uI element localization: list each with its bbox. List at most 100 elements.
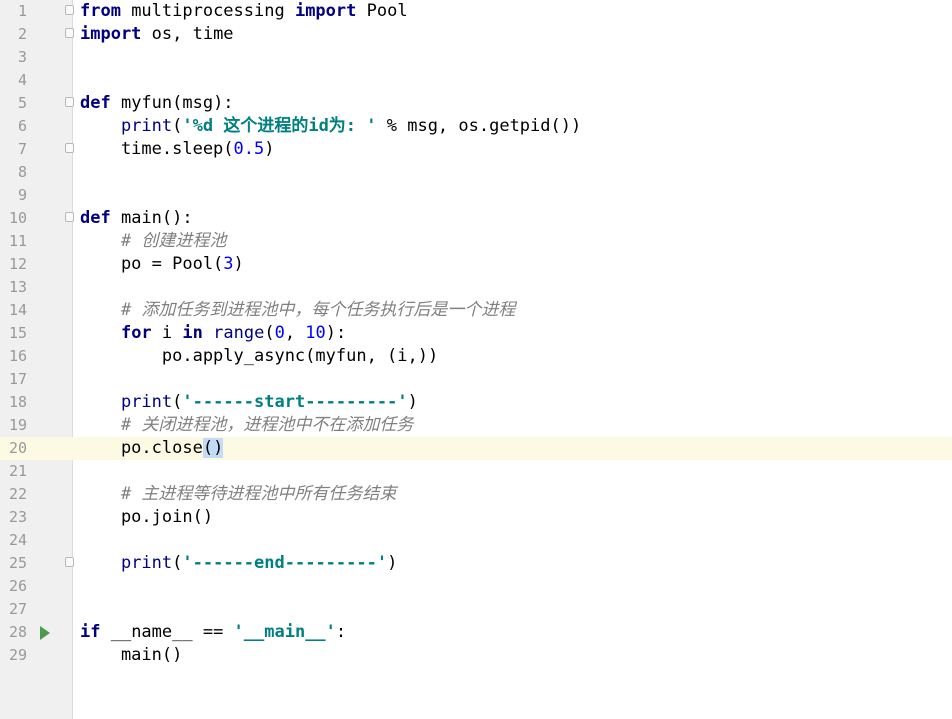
code-token: '__main__' — [233, 622, 336, 642]
code-lines: 1 from multiprocessing import Pool 2 import… — [0, 0, 952, 667]
code-text: po.close() — [80, 437, 224, 460]
line-number: 9 — [17, 186, 27, 204]
code-line[interactable]: 11 # 创建进程池 — [0, 230, 952, 253]
code-token: def — [80, 93, 111, 113]
code-line[interactable]: 15 for i in range(0, 10): — [0, 322, 952, 345]
code-text: import os, time — [80, 23, 234, 46]
code-line[interactable]: 26 — [0, 575, 952, 598]
code-line[interactable]: 23 po.join() — [0, 506, 952, 529]
code-line[interactable]: 22 # 主进程等待进程池中所有任务结束 — [0, 483, 952, 506]
fold-marker-icon[interactable] — [65, 97, 74, 107]
code-line[interactable]: 4 — [0, 69, 952, 92]
code-token: po.join() — [80, 507, 214, 527]
code-text: # 创建进程池 — [80, 230, 226, 253]
code-line[interactable]: 20 po.close() — [0, 437, 952, 460]
code-comment: # 创建进程池 — [120, 231, 227, 251]
code-token: ) — [407, 392, 418, 412]
line-number: 7 — [17, 140, 27, 158]
fold-marker-icon[interactable] — [65, 143, 74, 153]
code-token: : — [335, 622, 347, 642]
code-line[interactable]: 7 time.sleep(0.5) — [0, 138, 952, 161]
code-line[interactable]: 5 def myfun(msg): — [0, 92, 952, 115]
code-line[interactable]: 9 — [0, 184, 952, 207]
code-line[interactable]: 21 — [0, 460, 952, 483]
code-line[interactable]: 1 from multiprocessing import Pool — [0, 0, 952, 23]
run-icon[interactable] — [40, 626, 50, 640]
code-token: ) — [387, 553, 398, 573]
code-token: from — [80, 1, 121, 21]
line-number: 14 — [8, 301, 27, 319]
code-token: ( — [172, 392, 183, 412]
code-token: print — [120, 116, 173, 136]
code-token: ): — [325, 323, 347, 343]
line-number: 17 — [8, 370, 27, 388]
line-number: 22 — [8, 485, 27, 503]
line-number: 24 — [8, 531, 27, 549]
code-line[interactable]: 16 po.apply_async(myfun, (i,)) — [0, 345, 952, 368]
code-line[interactable]: 13 — [0, 276, 952, 299]
code-line[interactable]: 24 — [0, 529, 952, 552]
line-number: 16 — [8, 347, 27, 365]
code-token: Pool — [356, 1, 408, 21]
code-token: ( — [172, 553, 183, 573]
fold-marker-icon[interactable] — [65, 5, 74, 15]
code-text: def main(): — [80, 207, 193, 230]
code-line[interactable]: 18 print('------start---------') — [0, 391, 952, 414]
code-token: '------end---------' — [182, 553, 388, 573]
line-number: 27 — [8, 600, 27, 618]
code-token: __name__ == — [100, 622, 234, 642]
fold-marker-icon[interactable] — [65, 28, 74, 38]
code-line[interactable]: 17 — [0, 368, 952, 391]
code-comment: # 主进程等待进程池中所有任务结束 — [120, 484, 397, 504]
line-number: 13 — [8, 278, 27, 296]
code-token: main(): — [110, 208, 193, 228]
code-token: 0.5 — [233, 139, 265, 159]
code-text: # 关闭进程池，进程池中不在添加任务 — [80, 414, 413, 437]
code-line[interactable]: 12 po = Pool(3) — [0, 253, 952, 276]
code-token: ( — [264, 323, 275, 343]
fold-marker-icon[interactable] — [65, 557, 74, 567]
code-token: time.sleep( — [80, 139, 234, 159]
fold-marker-icon[interactable] — [65, 212, 74, 222]
line-number: 19 — [8, 416, 27, 434]
code-line[interactable]: 3 — [0, 46, 952, 69]
code-token: main() — [80, 645, 183, 665]
code-text: from multiprocessing import Pool — [80, 0, 408, 23]
code-token: in — [182, 323, 203, 343]
code-line[interactable]: 14 # 添加任务到进程池中，每个任务执行后是一个进程 — [0, 299, 952, 322]
code-line[interactable]: 6 print('%d 这个进程的id为: ' % msg, os.getpid… — [0, 115, 952, 138]
code-text: def myfun(msg): — [80, 92, 234, 115]
line-number: 10 — [8, 209, 27, 227]
line-number: 21 — [8, 462, 27, 480]
code-token: def — [80, 208, 111, 228]
code-line[interactable]: 25 print('------end---------') — [0, 552, 952, 575]
code-text: print('------start---------') — [80, 391, 418, 414]
code-token: for — [120, 323, 152, 343]
code-line[interactable]: 2 import os, time — [0, 23, 952, 46]
code-text: if __name__ == '__main__': — [80, 621, 346, 644]
code-editor[interactable]: 1 from multiprocessing import Pool 2 import… — [0, 0, 952, 719]
line-number: 12 — [8, 255, 27, 273]
code-token: os, time — [141, 24, 234, 44]
code-text: po = Pool(3) — [80, 253, 244, 276]
code-line[interactable]: 8 — [0, 161, 952, 184]
code-line[interactable]: 19 # 关闭进程池，进程池中不在添加任务 — [0, 414, 952, 437]
line-number: 28 — [8, 623, 27, 641]
code-token: ) — [233, 254, 244, 274]
code-line[interactable]: 29 main() — [0, 644, 952, 667]
code-token: '------start---------' — [182, 392, 408, 412]
line-number: 25 — [8, 554, 27, 572]
code-text: main() — [80, 644, 182, 667]
line-number: 11 — [8, 232, 27, 250]
code-text: po.join() — [80, 506, 213, 529]
code-line[interactable]: 28 if __name__ == '__main__': — [0, 621, 952, 644]
code-line[interactable]: 10 def main(): — [0, 207, 952, 230]
code-token: import — [294, 1, 357, 21]
code-line[interactable]: 27 — [0, 598, 952, 621]
